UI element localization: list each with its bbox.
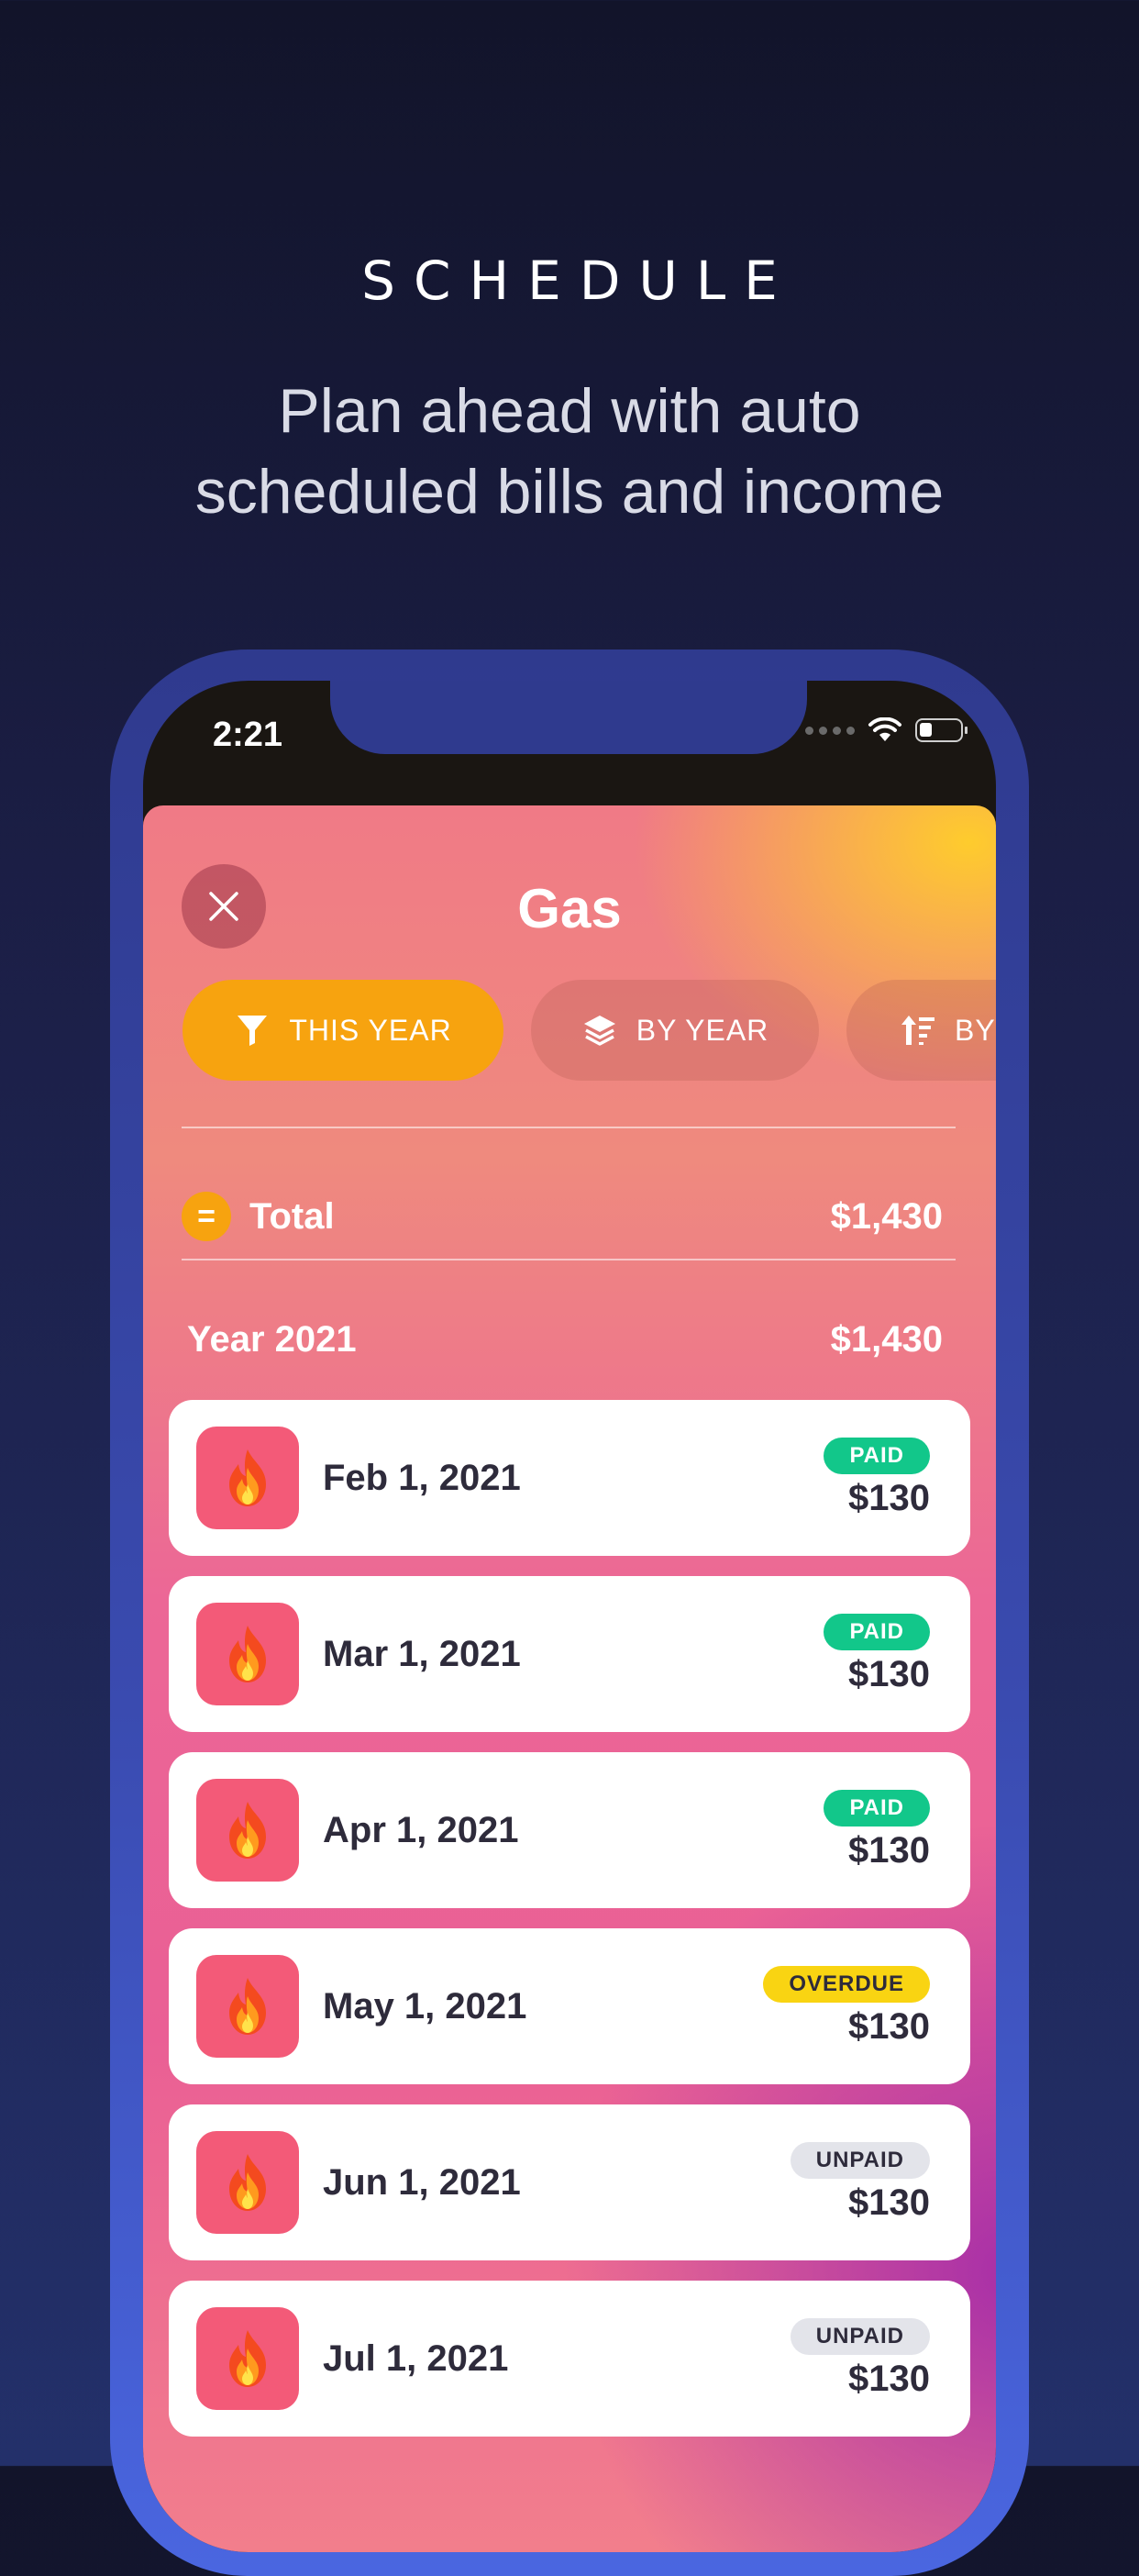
bill-icon: [196, 2307, 299, 2410]
fire-icon: [229, 2330, 266, 2387]
phone-notch: [330, 681, 807, 754]
sort-icon: [901, 1016, 934, 1045]
bill-icon: [196, 1603, 299, 1705]
wifi-icon: [868, 717, 901, 741]
bill-card[interactable]: Jul 1, 2021 UNPAID $130: [169, 2281, 970, 2437]
bill-icon: [196, 2131, 299, 2234]
signal-icon: [805, 726, 855, 735]
sheet-title: Gas: [517, 878, 622, 939]
status-badge: PAID: [824, 1789, 930, 1827]
bill-amount: $130: [848, 2358, 930, 2399]
bill-status-amount: UNPAID $130: [790, 2317, 930, 2400]
bill-date: Mar 1, 2021: [323, 1633, 521, 1674]
status-badge: UNPAID: [790, 2141, 930, 2179]
bill-status-amount: PAID $130: [824, 1789, 930, 1871]
bill-amount: $130: [848, 2182, 930, 2223]
headline: SCHEDULE: [361, 250, 796, 312]
bill-status-amount: OVERDUE $130: [763, 1965, 930, 2048]
bill-icon: [196, 1427, 299, 1529]
bill-card[interactable]: Apr 1, 2021 PAID $130: [169, 1752, 970, 1908]
tagline-line-1: Plan ahead with auto: [278, 376, 861, 446]
divider-bottom: [182, 1259, 956, 1260]
bill-status-amount: UNPAID $130: [790, 2141, 930, 2224]
filter-this-year[interactable]: THIS YEAR: [182, 980, 503, 1081]
total-amount: $1,430: [830, 1195, 943, 1237]
bill-amount: $130: [848, 1477, 930, 1518]
filter-by-year-label: BY YEAR: [636, 1013, 769, 1047]
bill-card[interactable]: Feb 1, 2021 PAID $130: [169, 1400, 970, 1556]
divider-top: [182, 1127, 956, 1128]
fire-icon: [229, 1802, 266, 1859]
bill-status-amount: PAID $130: [824, 1613, 930, 1695]
bill-date: Jul 1, 2021: [323, 2337, 509, 2379]
bill-amount: $130: [848, 1829, 930, 1871]
bill-amount: $130: [848, 1653, 930, 1694]
filter-icon: [238, 1016, 268, 1046]
fire-icon: [229, 1626, 266, 1682]
layers-icon: [583, 1016, 615, 1046]
bill-icon: [196, 1779, 299, 1882]
status-badge: PAID: [824, 1613, 930, 1650]
bill-date: Feb 1, 2021: [323, 1457, 521, 1498]
bill-amount: $130: [848, 2005, 930, 2047]
tagline: Plan ahead with auto scheduled bills and…: [0, 371, 1139, 532]
status-badge: OVERDUE: [763, 1965, 930, 2003]
total-label: Total: [249, 1195, 335, 1237]
status-badge: UNPAID: [790, 2317, 930, 2355]
filter-by-year[interactable]: BY YEAR: [531, 980, 819, 1081]
filter-sort-label: BY: [955, 1013, 996, 1047]
filter-this-year-label: THIS YEAR: [289, 1013, 452, 1047]
fire-icon: [229, 2154, 266, 2211]
year-group-header: Year 2021 $1,430: [187, 1319, 956, 1360]
filter-sort[interactable]: BY: [846, 980, 996, 1081]
bill-date: May 1, 2021: [323, 1985, 527, 2026]
status-time: 2:21: [213, 716, 283, 754]
bill-date: Apr 1, 2021: [323, 1809, 519, 1850]
bill-card[interactable]: May 1, 2021 OVERDUE $130: [169, 1928, 970, 2084]
bill-card[interactable]: Mar 1, 2021 PAID $130: [169, 1576, 970, 1732]
year-label: Year 2021: [187, 1319, 357, 1360]
phone-screen: 2:21 Gas THIS YEAR BY YEAR BY = Total $1…: [143, 681, 996, 2552]
total-row: = Total $1,430: [182, 1161, 956, 1271]
bill-sheet: Gas THIS YEAR BY YEAR BY = Total $1,430 …: [143, 805, 996, 2552]
tagline-line-2: scheduled bills and income: [194, 457, 945, 527]
filter-chips: THIS YEAR BY YEAR BY: [182, 980, 996, 1081]
equals-icon: =: [182, 1192, 231, 1241]
bill-status-amount: PAID $130: [824, 1437, 930, 1519]
year-amount: $1,430: [830, 1319, 943, 1360]
status-badge: PAID: [824, 1437, 930, 1474]
status-icons: [805, 717, 968, 743]
bill-date: Jun 1, 2021: [323, 2161, 521, 2203]
bill-icon: [196, 1955, 299, 2058]
battery-icon: [915, 718, 968, 742]
fire-icon: [229, 1978, 266, 2035]
bill-card[interactable]: Jun 1, 2021 UNPAID $130: [169, 2104, 970, 2260]
fire-icon: [229, 1449, 266, 1506]
